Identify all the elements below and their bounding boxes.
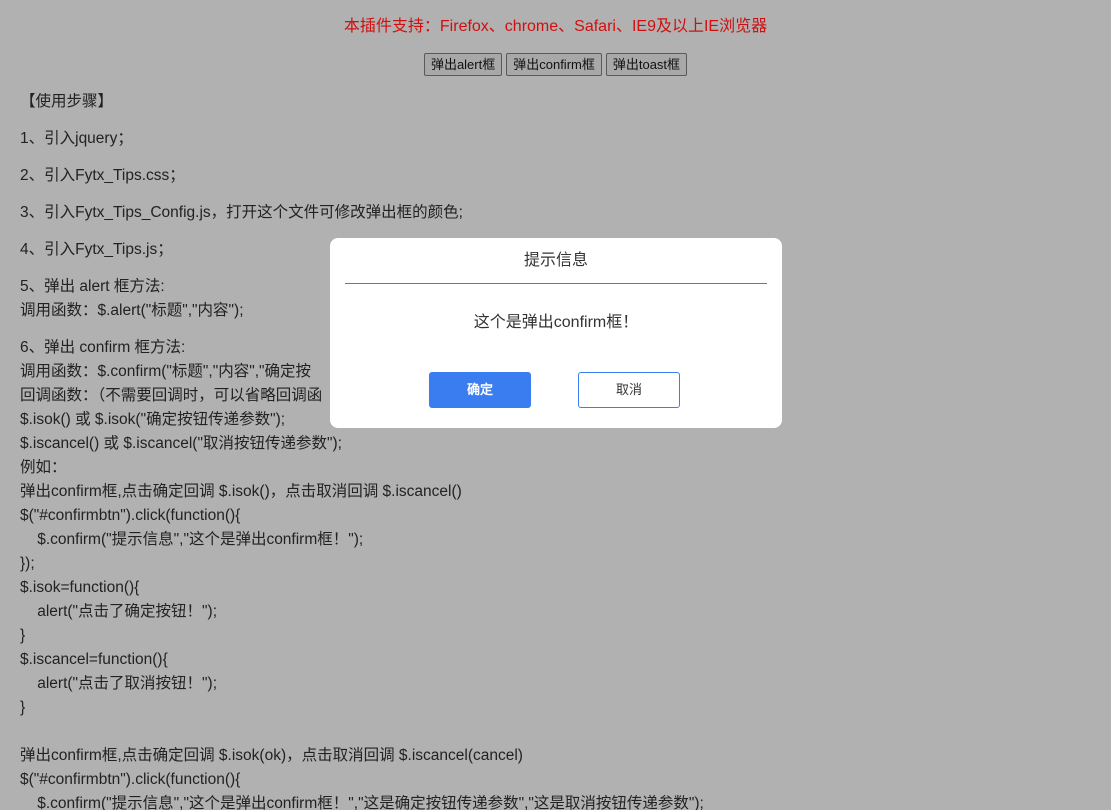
cancel-button[interactable]: 取消: [578, 372, 680, 408]
page: 本插件支持：Firefox、chrome、Safari、IE9及以上IE浏览器 …: [0, 0, 1111, 810]
confirm-dialog: 提示信息 这个是弹出confirm框！ 确定 取消: [330, 238, 782, 428]
dialog-message: 这个是弹出confirm框！: [473, 314, 639, 331]
dialog-title: 提示信息: [345, 238, 767, 284]
modal-overlay: 提示信息 这个是弹出confirm框！ 确定 取消: [0, 0, 1111, 810]
ok-button[interactable]: 确定: [429, 372, 531, 408]
